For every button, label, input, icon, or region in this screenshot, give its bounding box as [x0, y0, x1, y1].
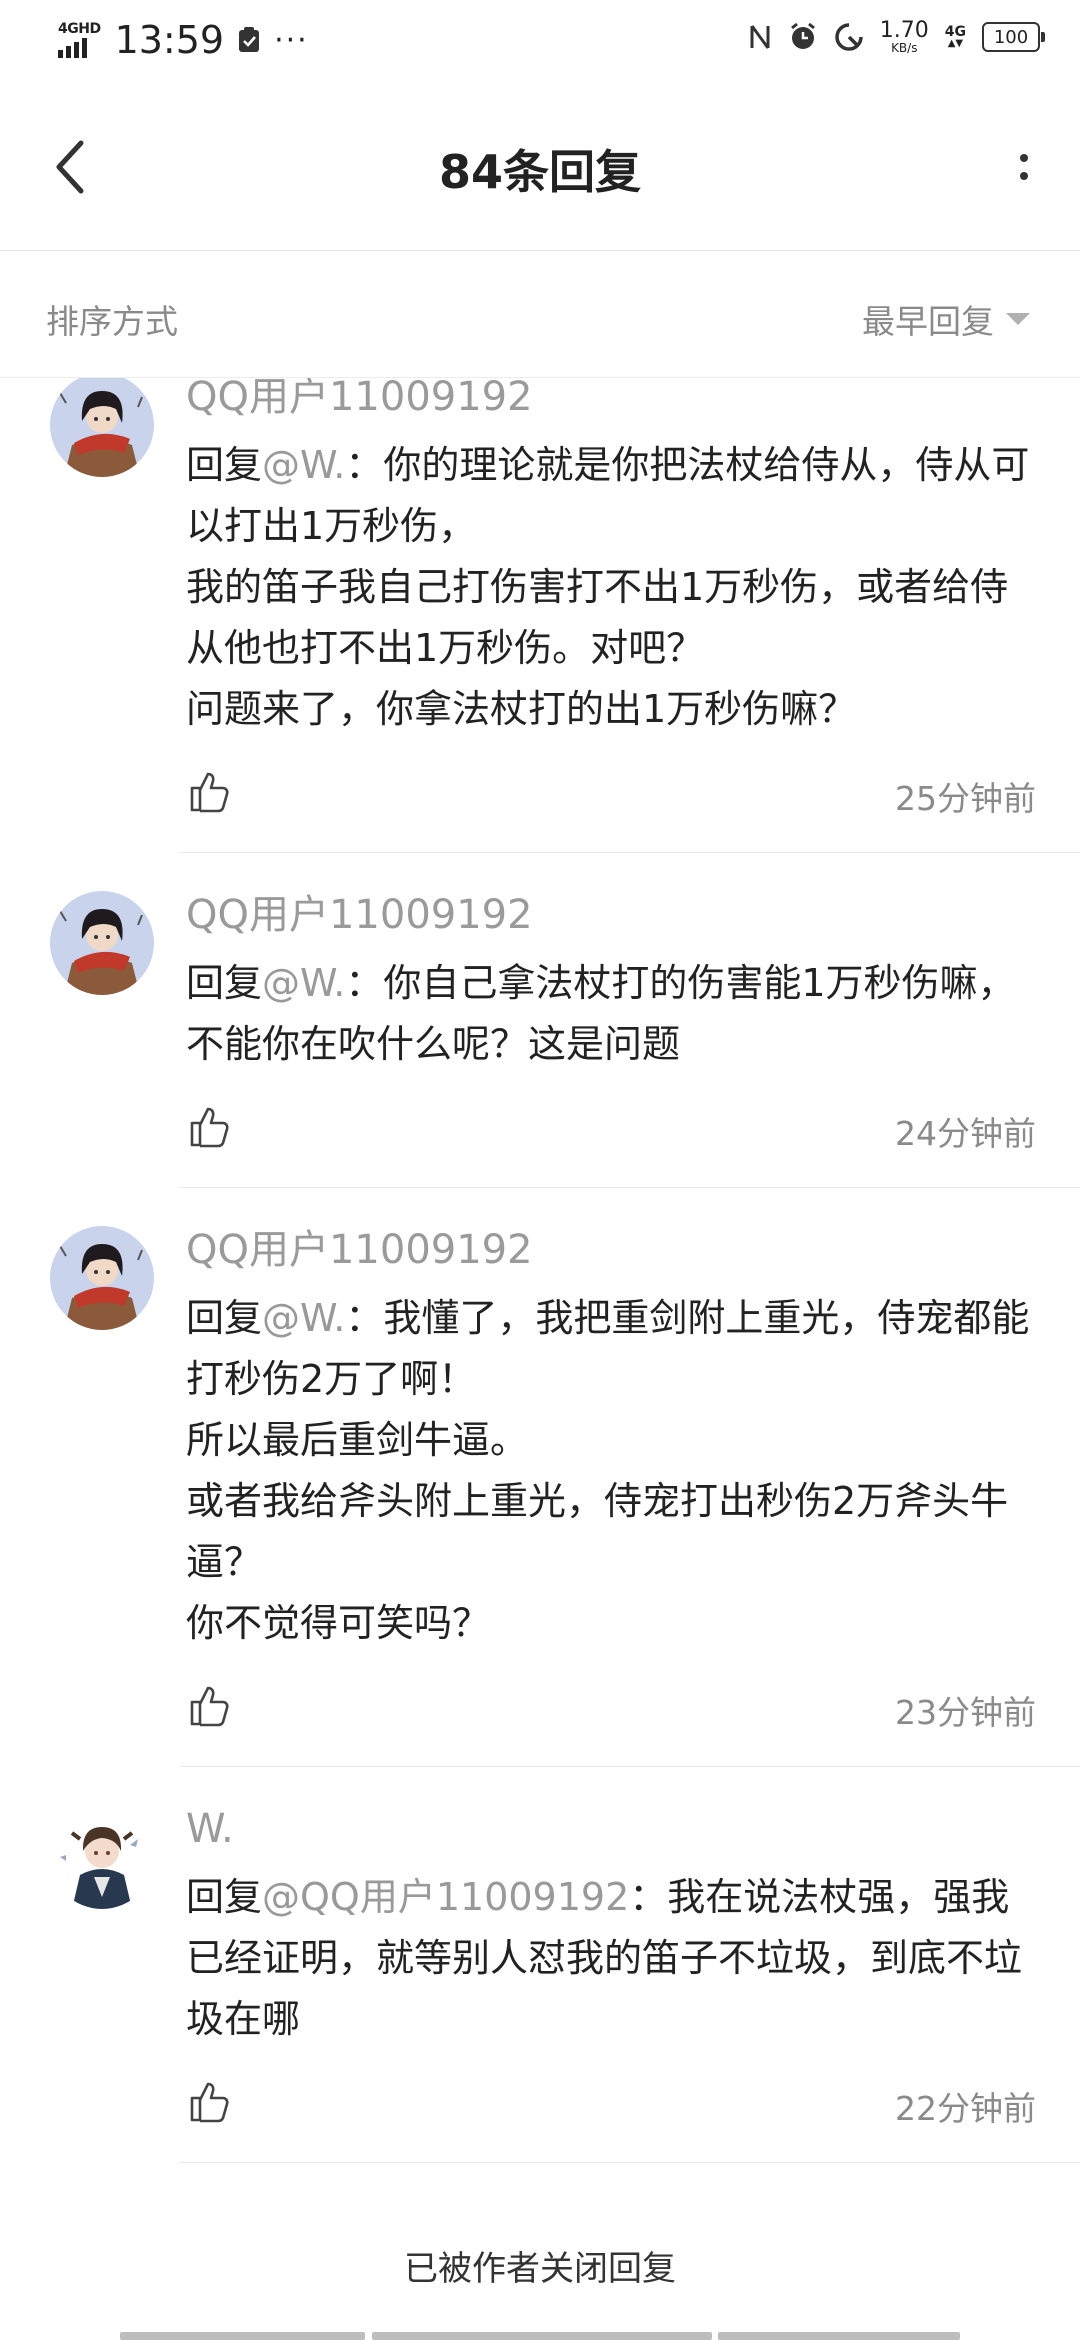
- reply-mention[interactable]: @QQ用户11009192: [262, 1875, 629, 1919]
- network-speed: 1.70 KB/s: [879, 18, 929, 55]
- data-saver-icon: [835, 23, 863, 51]
- replies-closed-notice: 已被作者关闭回复: [404, 2249, 676, 2289]
- like-icon[interactable]: [186, 1103, 232, 1149]
- signal-icon: 4GHD: [58, 22, 101, 58]
- caret-down-icon: [1006, 313, 1030, 325]
- avatar-illustration: [50, 1805, 154, 1909]
- status-bar: 4GHD 13:59 ··· 1.70 KB/s 4G ▲▼ 100: [0, 0, 1080, 84]
- reply-item: QQ用户11009192 回复@W.：你自己拿法杖打的伤害能1万秒伤嘛，不能你在…: [0, 853, 1080, 1188]
- sort-value: 最早回复: [862, 302, 994, 341]
- reply-text: 回复@W.：我懂了，我把重剑附上重光，侍宠都能打秒伤2万了啊！ 所以最后重剑牛逼…: [186, 1288, 1036, 1654]
- reply-time: 23分钟前: [895, 1693, 1036, 1732]
- like-icon[interactable]: [186, 768, 232, 814]
- reply-mention[interactable]: @W.: [262, 443, 345, 487]
- reply-prefix: 回复: [186, 443, 263, 487]
- more-notifications-icon: ···: [274, 22, 309, 58]
- avatar-illustration: [50, 377, 154, 477]
- top-bar: 84条回复: [0, 84, 1080, 251]
- battery-icon: 100: [982, 22, 1045, 52]
- reply-mention[interactable]: @W.: [262, 1296, 345, 1340]
- like-icon[interactable]: [186, 1682, 232, 1728]
- alarm-icon: [790, 22, 815, 49]
- network-type-label: 4GHD: [58, 21, 101, 37]
- avatar[interactable]: [50, 377, 154, 477]
- reply-text: 回复@QQ用户11009192：我在说法杖强，强我已经证明，就等别人怼我的笛子不…: [186, 1867, 1036, 2050]
- reply-mention[interactable]: @W.: [262, 961, 345, 1005]
- reply-time: 24分钟前: [895, 1114, 1036, 1153]
- reply-prefix: 回复: [186, 1875, 263, 1919]
- page-title: 84条回复: [438, 145, 641, 199]
- gesture-navigation-bar[interactable]: [0, 2332, 1080, 2340]
- reply-username[interactable]: QQ用户11009192: [186, 891, 1036, 939]
- sort-dropdown[interactable]: 最早回复: [862, 295, 1030, 343]
- reply-item: QQ用户11009192 回复@W.：你的理论就是你把法杖给侍从，侍从可以打出1…: [0, 377, 1080, 853]
- reply-username[interactable]: W.: [186, 1805, 1036, 1853]
- avatar-illustration: [50, 891, 154, 995]
- sort-bar: 排序方式 最早回复: [0, 251, 1080, 378]
- more-options-button[interactable]: [1004, 134, 1044, 200]
- avatar[interactable]: [50, 1805, 154, 1909]
- reply-text: 回复@W.：你的理论就是你把法杖给侍从，侍从可以打出1万秒伤， 我的笛子我自己打…: [186, 435, 1036, 740]
- reply-prefix: 回复: [186, 1296, 263, 1340]
- mobile-data-icon: 4G ▲▼: [944, 24, 966, 49]
- sort-label: 排序方式: [46, 302, 178, 341]
- avatar[interactable]: [50, 891, 154, 995]
- reply-item: W. 回复@QQ用户11009192：我在说法杖强，强我已经证明，就等别人怼我的…: [0, 1767, 1080, 2163]
- nfc-icon: [750, 25, 770, 49]
- avatar-illustration: [50, 1226, 154, 1330]
- like-icon[interactable]: [186, 2078, 232, 2124]
- reply-username[interactable]: QQ用户11009192: [186, 377, 1036, 421]
- reply-list[interactable]: QQ用户11009192 回复@W.：你的理论就是你把法杖给侍从，侍从可以打出1…: [0, 377, 1080, 2187]
- bottom-bar: 已被作者关闭回复: [0, 2187, 1080, 2340]
- reply-text: 回复@W.：你自己拿法杖打的伤害能1万秒伤嘛，不能你在吹什么呢？这是问题: [186, 953, 1036, 1075]
- divider: [180, 2162, 1080, 2163]
- reply-item: QQ用户11009192 回复@W.：我懂了，我把重剑附上重光，侍宠都能打秒伤2…: [0, 1188, 1080, 1767]
- reply-prefix: 回复: [186, 961, 263, 1005]
- reply-content: ：我懂了，我把重剑附上重光，侍宠都能打秒伤2万了啊！ 所以最后重剑牛逼。 或者我…: [186, 1296, 1030, 1645]
- dot-icon: [1020, 172, 1028, 180]
- reply-time: 22分钟前: [895, 2089, 1036, 2128]
- clipboard-icon: [239, 27, 260, 52]
- reply-username[interactable]: QQ用户11009192: [186, 1226, 1036, 1274]
- clock: 13:59: [114, 18, 225, 62]
- dot-icon: [1020, 154, 1028, 162]
- avatar[interactable]: [50, 1226, 154, 1330]
- reply-time: 25分钟前: [895, 779, 1036, 818]
